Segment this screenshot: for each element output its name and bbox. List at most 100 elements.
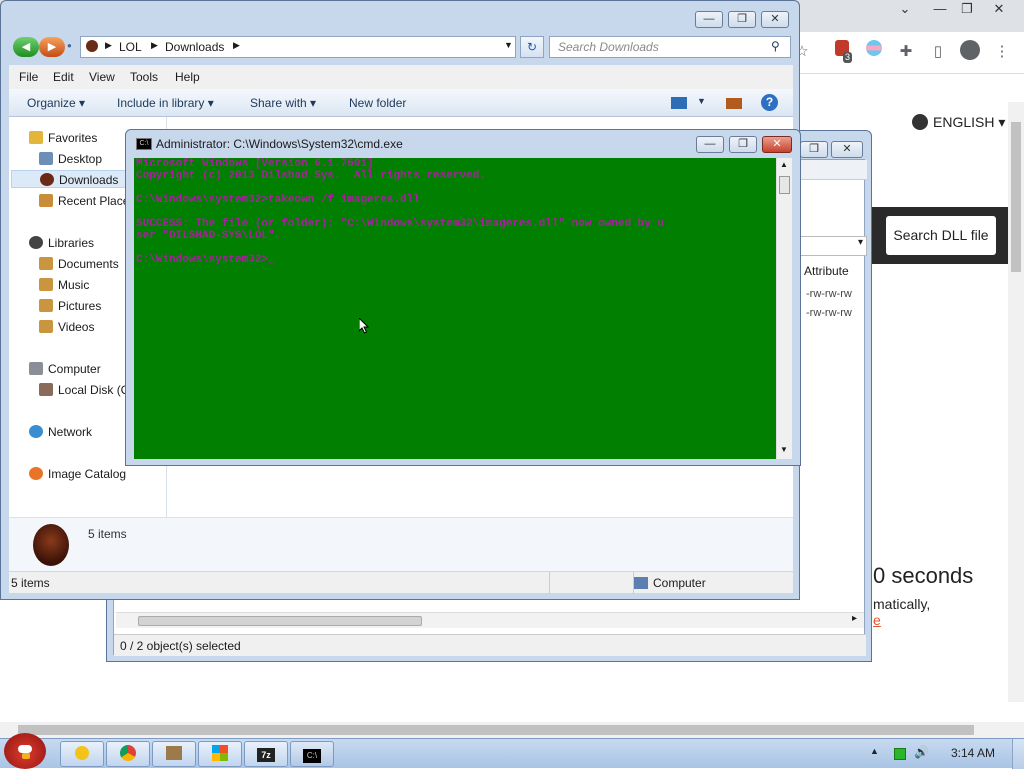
show-desktop-button[interactable] — [1012, 739, 1024, 769]
list-horizontal-scrollbar[interactable]: ▸ — [116, 612, 864, 628]
breadcrumb-separator-icon: ▶ — [105, 40, 112, 50]
browser-menu-icon[interactable]: ⋮ — [990, 40, 1014, 64]
menu-tools[interactable]: Tools — [130, 70, 158, 84]
forward-arrow-icon[interactable]: ▶ — [39, 37, 65, 57]
refresh-icon[interactable]: ↻ — [520, 36, 544, 58]
browser-minimize-button[interactable]: — — [925, 0, 955, 18]
nav-label: Pictures — [58, 299, 102, 313]
taskbar-app-installer[interactable] — [152, 741, 196, 767]
photos-icon — [75, 746, 89, 760]
share-with-button[interactable]: Share with ▾ — [250, 96, 316, 110]
console-line: SUCCESS: The file (or folder): "C:\Windo… — [136, 218, 665, 230]
nav-documents[interactable]: Documents — [39, 255, 119, 273]
nav-recent-places[interactable]: Recent Place — [39, 192, 129, 210]
browser-close-button[interactable]: ✕ — [984, 0, 1014, 18]
back-arrow-icon[interactable]: ◀ — [13, 37, 39, 57]
start-button-bird-icon[interactable] — [4, 733, 46, 769]
nav-libraries[interactable]: Libraries — [29, 234, 94, 252]
nav-local-disk[interactable]: Local Disk (C — [39, 381, 129, 399]
music-icon — [39, 278, 53, 291]
table-row-attribute[interactable]: -rw-rw-rw — [806, 288, 852, 300]
taskbar-app-explorer[interactable] — [198, 741, 242, 767]
breadcrumb-item-lol[interactable]: LOL — [119, 40, 142, 54]
new-folder-button[interactable]: New folder — [349, 96, 406, 110]
include-in-library-button[interactable]: Include in library ▾ — [117, 96, 214, 110]
table-row-attribute[interactable]: -rw-rw-rw — [806, 307, 852, 319]
extensions-puzzle-icon[interactable]: ✚ — [894, 40, 918, 64]
console-prompt[interactable]: C:\Windows\system32>_ — [136, 254, 275, 266]
organize-button[interactable]: Organize ▾ — [27, 96, 85, 110]
taskbar: 7z C:\ ▲ 🔊 3:14 AM — [0, 733, 1024, 769]
taskbar-app-7z[interactable]: 7z — [244, 741, 288, 767]
console-window[interactable]: C:\ Administrator: C:\Windows\System32\c… — [125, 129, 801, 466]
nav-label: Downloads — [59, 173, 119, 187]
nav-image-catalog[interactable]: Image Catalog — [29, 465, 126, 483]
page-vertical-scrollbar[interactable] — [1008, 102, 1024, 702]
help-icon[interactable]: ? — [761, 94, 778, 111]
page-horizontal-scrollbar[interactable] — [0, 722, 1024, 738]
address-bar[interactable]: ▶ LOL ▶ Downloads ▶ ▼ — [80, 36, 516, 58]
preview-pane-icon[interactable] — [726, 98, 742, 109]
language-selector[interactable]: ENGLISH ▾ — [912, 114, 1005, 131]
scrollbar-thumb[interactable] — [1011, 122, 1021, 272]
volume-icon[interactable]: 🔊 — [914, 745, 929, 759]
console-output[interactable]: Microsoft Windows [Version 6.1.7601] Cop… — [134, 158, 776, 459]
maximize-button[interactable]: ❐ — [729, 136, 757, 153]
scrollbar-thumb[interactable] — [138, 616, 422, 626]
close-button[interactable]: ✕ — [762, 136, 792, 153]
column-header-attribute[interactable]: Attribute — [804, 264, 849, 278]
nav-computer[interactable]: Computer — [29, 360, 101, 378]
menu-file[interactable]: File — [19, 70, 38, 84]
nav-desktop[interactable]: Desktop — [39, 150, 102, 168]
recent-pages-chevron-icon[interactable]: ● — [67, 41, 72, 50]
extension-flag-icon[interactable] — [862, 40, 886, 64]
minimize-button[interactable]: — — [695, 11, 723, 28]
view-dropdown-icon[interactable]: ▼ — [697, 96, 706, 106]
nav-pictures[interactable]: Pictures — [39, 297, 101, 315]
address-dropdown-icon[interactable]: ▼ — [504, 40, 513, 50]
menu-edit[interactable]: Edit — [53, 70, 74, 84]
scroll-right-arrow-icon[interactable]: ▸ — [852, 613, 857, 624]
recent-places-icon — [39, 194, 53, 207]
status-bar: 5 items Computer — [9, 571, 793, 594]
network-status-icon[interactable] — [894, 748, 906, 760]
folder-location-icon — [86, 40, 98, 52]
view-options-icon[interactable] — [671, 97, 687, 109]
language-label: ENGLISH — [933, 114, 995, 130]
search-dll-button[interactable]: Search DLL file — [886, 216, 996, 255]
minimize-button[interactable]: — — [696, 136, 724, 153]
close-button[interactable]: ✕ — [831, 141, 863, 158]
nav-favorites[interactable]: Favorites — [29, 129, 97, 147]
scrollbar-thumb[interactable] — [18, 725, 974, 735]
nav-videos[interactable]: Videos — [39, 318, 94, 336]
browser-restore-button[interactable]: ❐ — [952, 0, 982, 18]
side-panel-icon[interactable]: ▯ — [926, 40, 950, 64]
clock[interactable]: 3:14 AM — [951, 746, 995, 760]
status-item-count: 5 items — [11, 576, 50, 590]
extension-shield-icon[interactable]: 3 — [830, 40, 854, 64]
menu-help[interactable]: Help — [175, 70, 200, 84]
scroll-down-arrow-icon[interactable]: ▼ — [780, 445, 788, 454]
show-hidden-icons-icon[interactable]: ▲ — [870, 746, 879, 756]
taskbar-app-chrome[interactable] — [106, 741, 150, 767]
maximize-button[interactable]: ❐ — [728, 11, 756, 28]
taskbar-app-photos[interactable] — [60, 741, 104, 767]
nav-music[interactable]: Music — [39, 276, 89, 294]
search-icon[interactable]: ⚲ — [771, 39, 780, 53]
search-input[interactable]: Search Downloads — [549, 36, 791, 58]
dropdown[interactable]: ▾ — [797, 236, 867, 256]
scrollbar-thumb[interactable] — [779, 176, 790, 194]
restore-button[interactable]: ❐ — [800, 141, 828, 158]
close-button[interactable]: ✕ — [761, 11, 789, 28]
scroll-up-arrow-icon[interactable]: ▲ — [780, 160, 788, 169]
redirect-link[interactable]: e — [873, 612, 881, 628]
menu-view[interactable]: View — [89, 70, 115, 84]
nav-network[interactable]: Network — [29, 423, 92, 441]
console-scrollbar[interactable]: ▲ ▼ — [776, 158, 792, 459]
chevron-down-icon: ▾ — [310, 96, 317, 110]
selection-status: 0 / 2 object(s) selected — [120, 639, 241, 653]
profile-avatar-icon[interactable] — [958, 40, 982, 64]
tab-search-button[interactable]: ⌄ — [890, 0, 920, 18]
taskbar-app-cmd[interactable]: C:\ — [290, 741, 334, 767]
breadcrumb-item-downloads[interactable]: Downloads — [165, 40, 224, 54]
